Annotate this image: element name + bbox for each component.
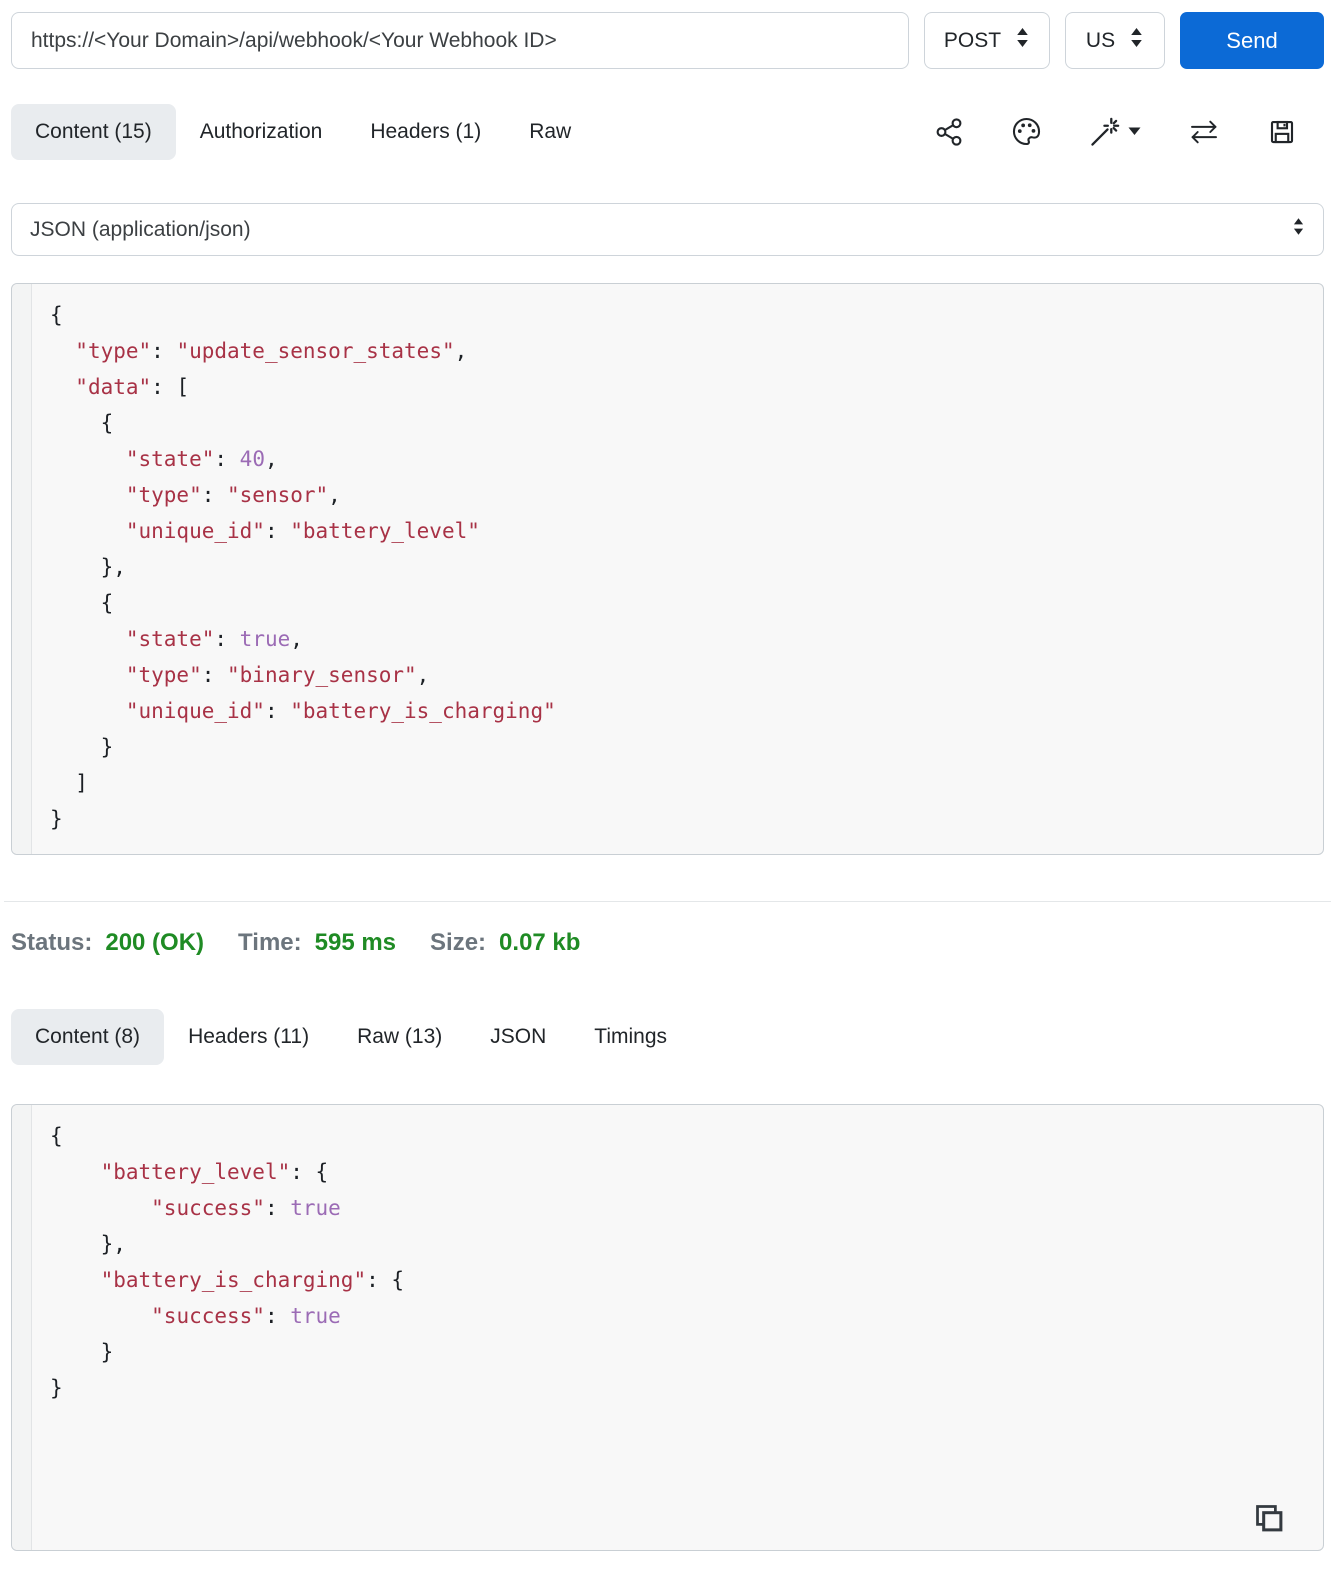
swap-arrows-icon bbox=[1188, 120, 1220, 144]
tab-response-headers[interactable]: Headers (11) bbox=[164, 1009, 333, 1065]
code-line: }, bbox=[50, 1232, 126, 1256]
environment-select-value: US bbox=[1085, 28, 1116, 52]
editor-gutter bbox=[12, 284, 32, 854]
time-label: Time: bbox=[238, 929, 302, 956]
code-line: } bbox=[50, 735, 114, 759]
tab-request-content[interactable]: Content (15) bbox=[11, 103, 176, 160]
code-line: "unique_id": "battery_is_charging" bbox=[125, 699, 556, 723]
request-body-editor[interactable]: { "type": "update_sensor_states", "data"… bbox=[11, 283, 1324, 855]
code-line: "state": 40, bbox=[125, 447, 278, 471]
code-line: { bbox=[50, 303, 63, 327]
response-status-bar: Status: 200 (OK) Time: 595 ms Size: 0.07… bbox=[11, 929, 1324, 957]
save-icon bbox=[1267, 117, 1297, 147]
code-line: } bbox=[50, 1340, 114, 1364]
code-line: } bbox=[50, 807, 63, 831]
share-button[interactable] bbox=[934, 117, 964, 147]
send-button[interactable]: Send bbox=[1180, 12, 1324, 69]
code-line: { bbox=[50, 591, 114, 615]
size-label: Size: bbox=[430, 929, 487, 956]
code-line: { bbox=[50, 1124, 63, 1148]
swap-button[interactable] bbox=[1188, 120, 1220, 144]
save-button[interactable] bbox=[1267, 117, 1297, 147]
code-line: "battery_level": { bbox=[100, 1160, 329, 1184]
method-select-value: POST bbox=[943, 28, 1002, 52]
code-line: "success": true bbox=[151, 1304, 341, 1328]
code-line: "type": "update_sensor_states", bbox=[75, 339, 468, 363]
magic-wand-icon bbox=[1089, 116, 1121, 148]
code-line: "battery_is_charging": { bbox=[100, 1268, 405, 1292]
copy-icon bbox=[1252, 1505, 1285, 1537]
status-value: 200 (OK) bbox=[105, 929, 205, 956]
code-line: "state": true, bbox=[125, 627, 303, 651]
status-label: Status: bbox=[11, 929, 93, 956]
body-type-select[interactable]: JSON (application/json) bbox=[11, 203, 1324, 256]
code-line: } bbox=[50, 1376, 63, 1400]
palette-icon bbox=[1011, 116, 1042, 147]
code-line: "unique_id": "battery_level" bbox=[125, 519, 480, 543]
response-tabs: Content (8) Headers (11) Raw (13) JSON Timin… bbox=[11, 1008, 691, 1065]
response-body-viewer: { "battery_level": { "success": true }, … bbox=[11, 1104, 1324, 1551]
size-value: 0.07 kb bbox=[499, 929, 581, 956]
tab-response-raw[interactable]: Raw (13) bbox=[333, 1009, 466, 1065]
request-toolbar bbox=[934, 116, 1324, 148]
code-line: "data": [ bbox=[75, 375, 190, 399]
request-bar: POST US Send bbox=[0, 0, 1335, 69]
time-value: 595 ms bbox=[314, 929, 397, 956]
copy-response-button[interactable] bbox=[1252, 1501, 1285, 1537]
request-tabs-row: Content (15) Authorization Headers (1) Raw bbox=[11, 103, 1324, 160]
response-body-code: { "battery_level": { "success": true }, … bbox=[12, 1105, 1323, 1419]
request-tabs: Content (15) Authorization Headers (1) Raw bbox=[11, 103, 595, 160]
code-line: }, bbox=[50, 555, 126, 579]
tab-request-headers[interactable]: Headers (1) bbox=[346, 104, 505, 160]
up-down-caret-icon bbox=[1129, 25, 1144, 56]
section-divider bbox=[4, 901, 1331, 902]
tab-response-json[interactable]: JSON bbox=[466, 1009, 570, 1065]
method-select[interactable]: POST bbox=[924, 12, 1050, 69]
code-line: "type": "binary_sensor", bbox=[125, 663, 430, 687]
viewer-gutter bbox=[12, 1105, 32, 1550]
tab-response-timings[interactable]: Timings bbox=[570, 1009, 691, 1065]
up-down-caret-icon bbox=[1292, 215, 1305, 244]
up-down-caret-icon bbox=[1015, 25, 1030, 56]
url-input[interactable] bbox=[11, 12, 909, 69]
share-icon bbox=[934, 117, 964, 147]
tab-response-content[interactable]: Content (8) bbox=[11, 1008, 165, 1065]
tab-authorization[interactable]: Authorization bbox=[176, 104, 347, 160]
theme-button[interactable] bbox=[1011, 116, 1042, 147]
environment-select[interactable]: US bbox=[1065, 12, 1165, 69]
response-tabs-row: Content (8) Headers (11) Raw (13) JSON Timin… bbox=[11, 1008, 1324, 1065]
magic-wand-menu-button[interactable] bbox=[1089, 116, 1141, 148]
code-line: ] bbox=[50, 771, 88, 795]
code-line: { bbox=[50, 411, 114, 435]
code-line: "success": true bbox=[151, 1196, 341, 1220]
code-line: "type": "sensor", bbox=[125, 483, 341, 507]
dropdown-caret-icon bbox=[1128, 127, 1141, 136]
request-body-code: { "type": "update_sensor_states", "data"… bbox=[12, 284, 1323, 850]
tab-request-raw[interactable]: Raw bbox=[505, 104, 595, 160]
body-type-value: JSON (application/json) bbox=[30, 217, 251, 241]
